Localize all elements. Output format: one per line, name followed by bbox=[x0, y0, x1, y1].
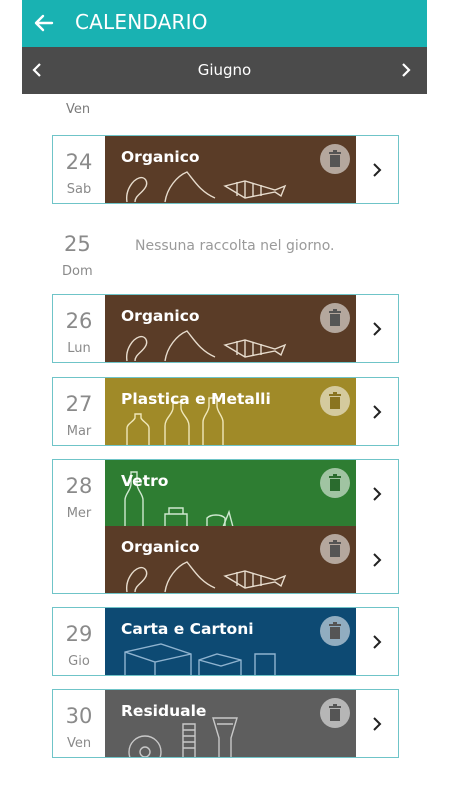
entry-detail-chevron[interactable] bbox=[356, 526, 398, 593]
organic-waste-illustration-icon bbox=[125, 171, 287, 203]
organic-waste-illustration-icon bbox=[125, 561, 287, 593]
trash-bin-icon bbox=[320, 144, 350, 174]
day-of-week: Mar bbox=[66, 424, 92, 439]
collection-label: Organico bbox=[121, 148, 200, 166]
collection-label: Carta e Cartoni bbox=[121, 620, 254, 638]
collection-band-plastica: Plastica e Metalli bbox=[105, 378, 356, 445]
date-column: 24 Sab bbox=[53, 136, 105, 203]
chevron-right-icon bbox=[373, 321, 382, 336]
no-collection-message: Nessuna raccolta nel giorno. bbox=[135, 238, 335, 254]
collection-entry[interactable]: Plastica e Metalli bbox=[105, 378, 398, 445]
month-label: Giugno bbox=[197, 61, 252, 79]
date-column: 29 Gio bbox=[53, 608, 105, 675]
glass-bottles-illustration-icon bbox=[124, 471, 234, 527]
trash-bin-icon bbox=[320, 534, 350, 564]
collection-band-carta: Carta e Cartoni bbox=[105, 608, 356, 675]
day-of-week: Dom bbox=[62, 264, 93, 279]
chevron-right-icon bbox=[373, 404, 382, 419]
collection-band-residuale: Residuale bbox=[105, 690, 356, 757]
collection-entry[interactable]: Organico bbox=[105, 136, 398, 203]
trash-bin-icon bbox=[320, 698, 350, 728]
residual-waste-illustration-icon bbox=[128, 717, 238, 757]
day-number: 28 bbox=[65, 474, 93, 498]
day-number: 30 bbox=[65, 704, 93, 728]
collection-entry[interactable]: Vetro bbox=[105, 460, 398, 527]
entry-detail-chevron[interactable] bbox=[356, 460, 398, 527]
next-month-button[interactable] bbox=[393, 57, 419, 83]
trash-bin-icon bbox=[320, 468, 350, 498]
day-number: 25 bbox=[64, 232, 91, 256]
day-of-week: Sab bbox=[66, 182, 92, 197]
collection-band-organico: Organico bbox=[105, 526, 356, 593]
day-card: 29 Gio Carta e Cartoni bbox=[52, 607, 399, 676]
date-column: 30 Ven bbox=[53, 690, 105, 757]
chevron-right-icon bbox=[373, 552, 382, 567]
collection-entry[interactable]: Organico bbox=[105, 295, 398, 362]
day-of-week: Lun bbox=[67, 341, 91, 356]
previous-day-label: Ven bbox=[66, 102, 91, 117]
collection-label: Residuale bbox=[121, 702, 207, 720]
date-column: 27 Mar bbox=[53, 378, 105, 445]
entry-detail-chevron[interactable] bbox=[356, 690, 398, 757]
entry-detail-chevron[interactable] bbox=[356, 608, 398, 675]
collection-band-vetro: Vetro bbox=[105, 460, 356, 527]
day-number: 24 bbox=[65, 150, 93, 174]
collection-entry[interactable]: Organico bbox=[105, 526, 398, 593]
chevron-right-icon bbox=[373, 162, 382, 177]
collection-entry[interactable]: Residuale bbox=[105, 690, 398, 757]
entry-detail-chevron[interactable] bbox=[356, 136, 398, 203]
day-card: 24 Sab Organico bbox=[52, 135, 399, 204]
day-of-week: Ven bbox=[66, 736, 92, 751]
arrow-left-icon bbox=[34, 14, 54, 32]
organic-waste-illustration-icon bbox=[125, 330, 287, 362]
date-column: 26 Lun bbox=[53, 295, 105, 362]
day-card: 28 Mer Vetro Organico bbox=[52, 459, 399, 594]
page-title: CALENDARIO bbox=[75, 10, 208, 34]
day-card: 30 Ven Residuale bbox=[52, 689, 399, 758]
day-of-week: Gio bbox=[68, 654, 90, 669]
day-card: 26 Lun Organico bbox=[52, 294, 399, 363]
day-number: 29 bbox=[65, 622, 93, 646]
app-screen: CALENDARIO Giugno Ven 24 Sab Organico 25… bbox=[22, 0, 427, 800]
collection-band-organico: Organico bbox=[105, 136, 356, 203]
collection-band-organico: Organico bbox=[105, 295, 356, 362]
trash-bin-icon bbox=[320, 386, 350, 416]
chevron-right-icon bbox=[402, 63, 411, 77]
month-navigator: Giugno bbox=[22, 47, 427, 94]
cardboard-boxes-illustration-icon bbox=[124, 643, 276, 675]
collection-label: Vetro bbox=[121, 472, 169, 490]
chevron-right-icon bbox=[373, 486, 382, 501]
chevron-right-icon bbox=[373, 634, 382, 649]
trash-bin-icon bbox=[320, 303, 350, 333]
chevron-right-icon bbox=[373, 716, 382, 731]
top-app-bar: CALENDARIO bbox=[22, 0, 427, 47]
plastic-bottles-illustration-icon bbox=[126, 397, 224, 445]
day-number: 27 bbox=[65, 392, 93, 416]
date-column: 28 Mer bbox=[53, 460, 105, 593]
entry-detail-chevron[interactable] bbox=[356, 295, 398, 362]
collection-label: Plastica e Metalli bbox=[121, 390, 271, 408]
collection-entry[interactable]: Carta e Cartoni bbox=[105, 608, 398, 675]
trash-bin-icon bbox=[320, 616, 350, 646]
back-button[interactable] bbox=[28, 8, 60, 38]
collection-label: Organico bbox=[121, 307, 200, 325]
day-card: 27 Mar Plastica e Metalli bbox=[52, 377, 399, 446]
collection-label: Organico bbox=[121, 538, 200, 556]
day-number: 26 bbox=[65, 309, 93, 333]
day-of-week: Mer bbox=[66, 506, 92, 521]
day-no-collection: 25 Dom Nessuna raccolta nel giorno. bbox=[52, 232, 422, 282]
entry-detail-chevron[interactable] bbox=[356, 378, 398, 445]
